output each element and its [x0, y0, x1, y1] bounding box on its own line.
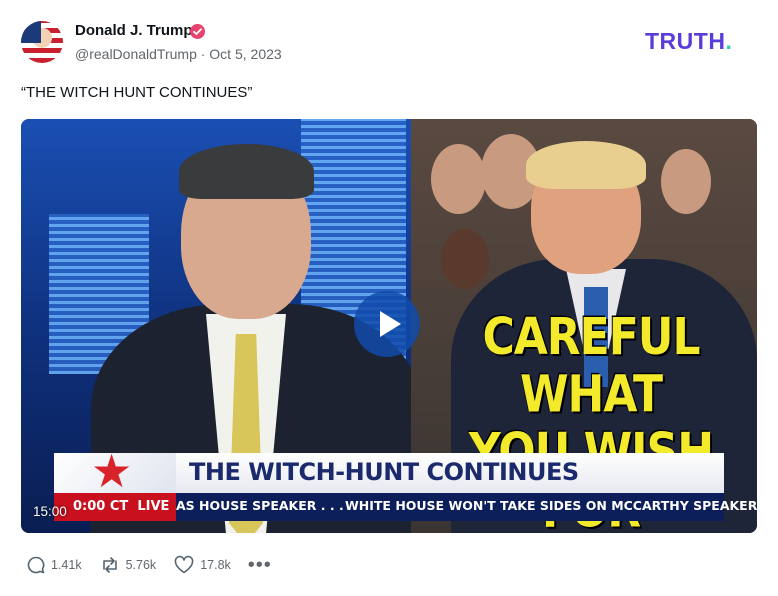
truth-logo[interactable]: TRUTH. [645, 28, 732, 55]
video-player[interactable]: CAREFUL WHAT YOU WISH FOR THE WITCH-HUNT… [21, 119, 757, 533]
play-button[interactable] [354, 291, 420, 357]
post-text: “THE WITCH HUNT CONTINUES” [21, 84, 253, 101]
author-name[interactable]: Donald J. Trump [75, 22, 193, 39]
reply-count: 1.41k [51, 558, 82, 572]
author-avatar[interactable] [21, 21, 63, 63]
reply-button[interactable]: 1.41k [26, 555, 82, 575]
logo-text: TRUTH [645, 28, 726, 54]
author-handle-and-date[interactable]: @realDonaldTrump · Oct 5, 2023 [75, 46, 282, 62]
ticker-text-1: AS HOUSE SPEAKER . . . [176, 498, 344, 513]
live-time: 0:00 CT [73, 499, 129, 514]
verified-badge-icon [190, 24, 205, 39]
host-hair [179, 144, 314, 199]
logo-dot: . [725, 28, 733, 54]
background-person-1 [431, 144, 486, 214]
more-options-button[interactable]: ••• [248, 555, 272, 575]
like-button[interactable]: 17.8k [173, 555, 231, 575]
live-label: LIVE [137, 499, 170, 514]
network-star-icon: ★ [91, 445, 133, 497]
trump-hair [526, 141, 646, 189]
retruth-count: 5.76k [125, 558, 157, 572]
heart-icon [174, 555, 194, 574]
reply-icon [27, 556, 45, 574]
background-person-3 [661, 149, 711, 214]
ticker-text-2: WHITE HOUSE WON'T TAKE SIDES ON MCCARTHY… [345, 498, 757, 513]
live-time-label: 0:00 CT LIVE [73, 499, 169, 514]
like-count: 17.8k [200, 558, 231, 572]
video-duration: 15:00 [33, 504, 67, 519]
background-person-4 [441, 229, 489, 289]
lower-third-title: THE WITCH-HUNT CONTINUES [189, 458, 579, 486]
retruth-icon [102, 557, 117, 573]
headline-line-1: CAREFUL WHAT [482, 307, 700, 424]
play-icon [380, 311, 401, 337]
post-actions: 1.41k 5.76k 17.8k ••• [26, 554, 272, 576]
retruth-button[interactable]: 5.76k [99, 555, 157, 575]
